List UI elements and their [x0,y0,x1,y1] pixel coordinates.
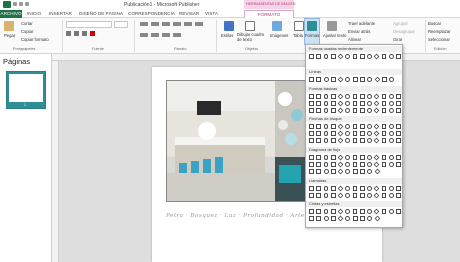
ribbon-separator [62,20,63,52]
copy-format-button[interactable]: Copiar formato [21,37,49,42]
group-objects: Objetos [245,47,259,51]
group-edit: Edición [434,47,447,51]
gallery-row[interactable] [309,123,401,130]
gallery-row[interactable] [309,100,401,107]
gallery-row[interactable] [309,192,401,199]
gallery-section-callouts: Llamadas [306,178,402,184]
gallery-row[interactable] [309,53,401,60]
gallery-section-stars: Cintas y estrellas [306,201,402,207]
ribbon-separator [216,20,217,52]
group-font: Fuente [92,47,104,51]
ribbon-separator [134,20,135,52]
paragraph-controls[interactable] [140,22,210,40]
styles-icon[interactable] [224,21,234,31]
send-back-button[interactable]: Enviar atrás [348,29,370,34]
tab-inicio[interactable]: INICIO [27,10,41,18]
collage-caption: Petra · Bosquez · Luz · Profundidad · Ar… [166,213,305,219]
gallery-row[interactable] [309,161,401,168]
group-paragraph: Párrafo [174,47,187,51]
font-format-row[interactable] [66,31,128,37]
shapes-icon[interactable] [307,21,317,31]
gallery-section-lines: Líneas [306,69,402,75]
page-thumbnail[interactable] [6,71,46,109]
tab-vista[interactable]: VISTA [205,10,218,18]
gallery-row[interactable] [309,215,401,222]
quick-access-toolbar[interactable] [13,2,33,7]
tab-archivo[interactable]: ARCHIVO [0,10,22,18]
image-tools-title: HERRAMIENTAS DE IMAGEN [246,2,296,6]
pages-title: Páginas [3,57,31,66]
collage-image-art [167,81,306,201]
table-button[interactable]: Tabla [293,33,303,38]
wrap-text-button[interactable]: Ajustar texto [323,33,346,38]
page-number: 1 [24,103,26,107]
vertical-ruler [52,61,59,262]
gallery-row[interactable] [309,168,401,175]
rotate-button[interactable]: Girar [393,37,402,42]
gallery-section-flowchart: Diagrama de flujo [306,147,402,153]
copy-button[interactable]: Copiar [21,29,33,34]
gallery-row[interactable] [309,185,401,192]
gallery-section-arrows: Flechas de bloque [306,116,402,122]
cut-button[interactable]: Cortar [21,21,33,26]
collage-image[interactable] [166,80,307,202]
table-icon[interactable] [294,21,304,31]
font-size-dropdown[interactable] [114,21,128,28]
font-name-dropdown[interactable] [66,21,112,28]
draw-textbox-button[interactable]: Dibujar cuadro de texto [237,32,267,42]
gallery-row[interactable] [309,76,401,83]
find-button[interactable]: Buscar [428,21,441,26]
tab-formato[interactable]: FORMATO [244,10,294,18]
images-icon[interactable] [272,21,282,31]
tab-revisar[interactable]: REVISAR [179,10,199,18]
app-icon [3,1,11,8]
bring-forward-button[interactable]: Traer adelante [348,21,375,26]
gallery-row[interactable] [309,137,401,144]
title-bar [0,0,460,9]
shapes-button[interactable]: Formas [305,33,319,38]
gallery-row[interactable] [309,107,401,114]
ribbon-separator [425,20,426,52]
replace-button[interactable]: Reemplazar [428,29,451,34]
ungroup-button[interactable]: Desagrupar [393,29,415,34]
styles-button[interactable]: Estilos [221,33,233,38]
paste-icon[interactable] [4,21,14,31]
tab-diseno-de-pagina[interactable]: DISEÑO DE PÁGINA [79,10,123,18]
gallery-row[interactable] [309,154,401,161]
group-clipboard: Portapapeles [13,47,36,51]
wrap-text-icon[interactable] [327,21,337,31]
gallery-section-recent: Formas usadas recientemente [306,46,402,52]
textbox-icon[interactable] [245,21,255,31]
gallery-row[interactable] [309,208,401,215]
gallery-section-basic: Formas básicas [306,86,402,92]
gallery-row[interactable] [309,130,401,137]
window-title: Publicación1 - Microsoft Publisher [124,2,200,8]
select-button[interactable]: Seleccionar [428,37,450,42]
tab-correspondencia[interactable]: CORRESPONDENCIA [128,10,175,18]
gallery-row[interactable] [309,93,401,100]
images-button[interactable]: Imágenes [270,33,288,38]
paste-button[interactable]: Pegar [4,33,15,38]
group-button[interactable]: Agrupar [393,21,408,26]
align-button[interactable]: Alinear [348,37,361,42]
tab-insertar[interactable]: INSERTAR [49,10,72,18]
